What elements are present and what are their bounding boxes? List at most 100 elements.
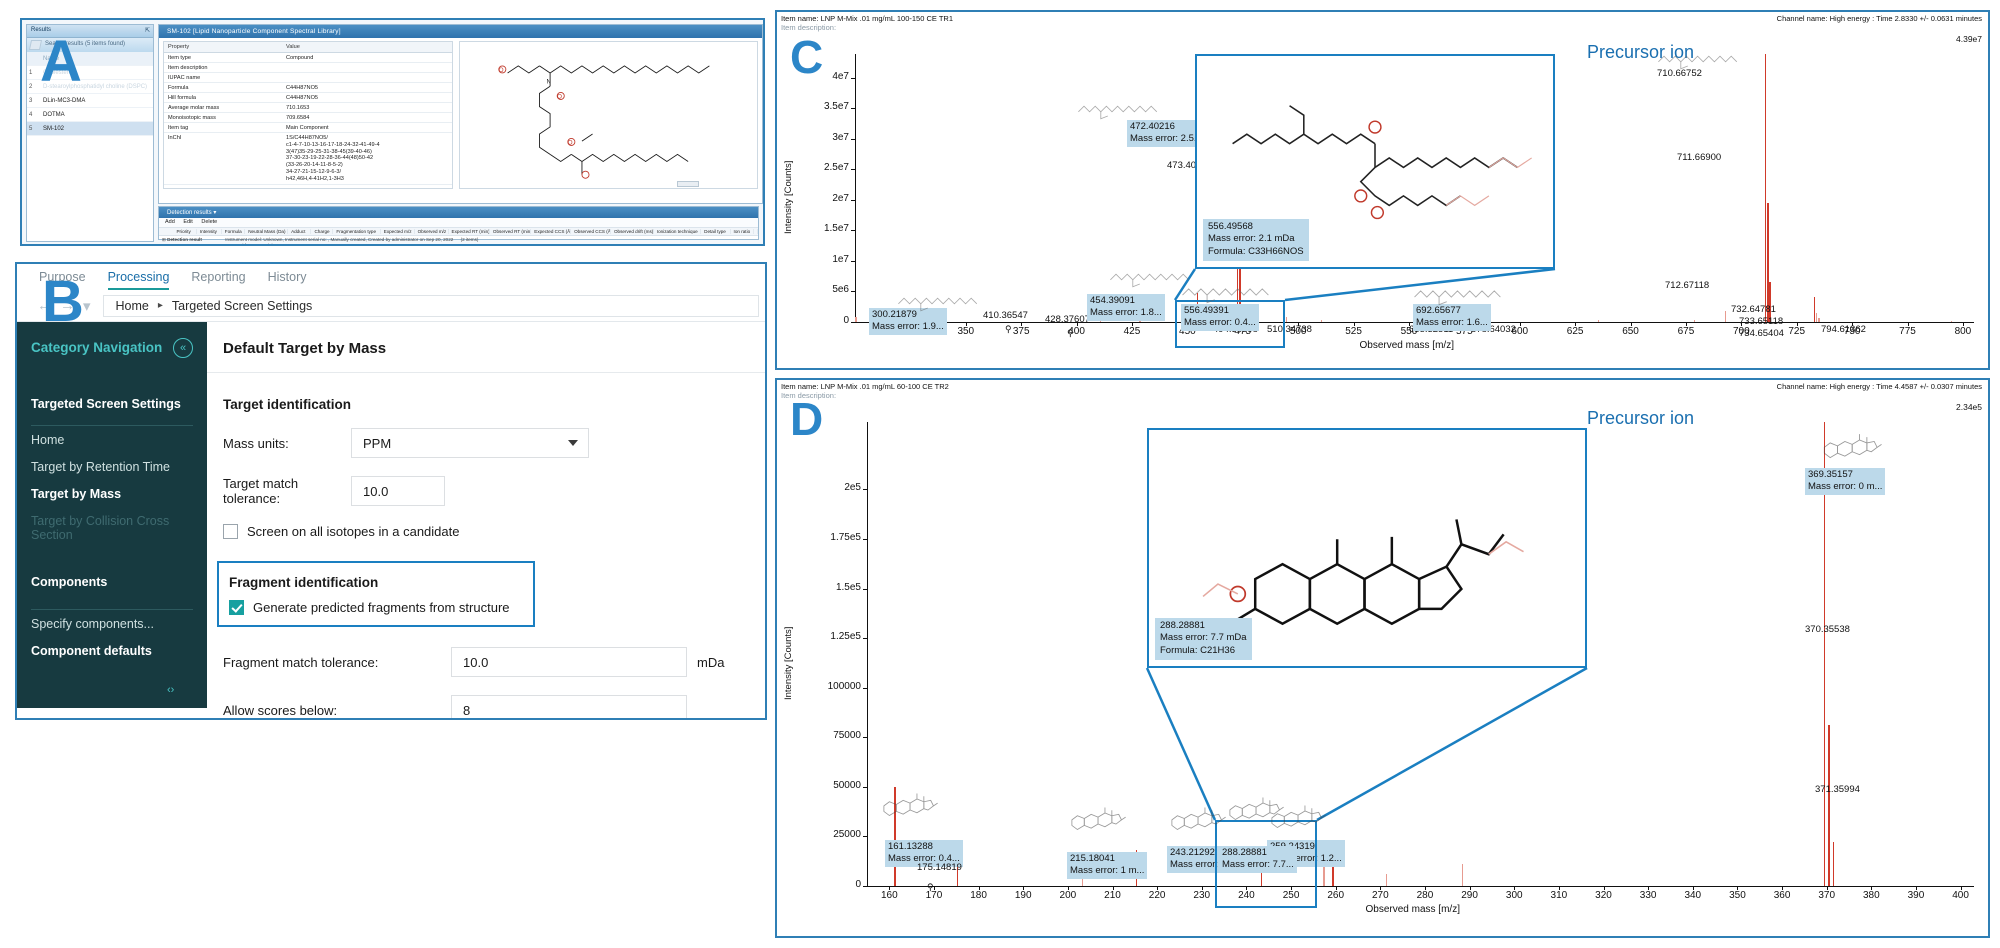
- list-item[interactable]: 4 DOTMA: [27, 108, 153, 122]
- col-frag-type[interactable]: Fragmentation type: [333, 229, 381, 234]
- y-axis-label: Intensity [Counts]: [783, 160, 794, 234]
- x-tick-mark: [1469, 886, 1471, 890]
- table-row: IUPAC name: [164, 73, 452, 83]
- spectrum-peak: [855, 316, 857, 322]
- y-tick-label: 1.5e5: [835, 581, 861, 593]
- y-tick-label: 75000: [833, 730, 861, 742]
- col-observed-drift[interactable]: Observed drift (ms): [611, 229, 654, 234]
- checkbox-checked-icon[interactable]: [229, 600, 244, 615]
- x-tick-mark: [1907, 322, 1909, 326]
- x-tick-label: 675: [1677, 326, 1695, 337]
- list-item-selected[interactable]: 5 SM-102: [27, 122, 153, 136]
- property-table-header: Property Value: [164, 42, 452, 53]
- tab-processing[interactable]: Processing: [107, 270, 170, 290]
- add-button[interactable]: Add: [165, 219, 175, 225]
- tab-bar[interactable]: Purpose Processing Reporting History: [17, 264, 765, 290]
- delete-button[interactable]: Delete: [201, 219, 217, 225]
- allow-scores-value: 8: [463, 702, 471, 718]
- spectrum-peak: [1813, 296, 1816, 322]
- structure-callout-inset[interactable]: 556.49568 Mass error: 2.1 mDa Formula: C33…: [1195, 54, 1555, 269]
- peak-annotation: 734.65404: [1739, 328, 1784, 339]
- x-tick-label: 220: [1148, 890, 1166, 901]
- checkbox-icon[interactable]: [223, 524, 238, 539]
- col-formula[interactable]: Formula: [222, 229, 246, 234]
- col-observed-mz[interactable]: Observed m/z: [415, 229, 449, 234]
- generate-fragments-checkbox[interactable]: Generate predicted fragments from struct…: [229, 600, 533, 615]
- compound-detail-window: SM-102 [Lipid Nanoparticle Component Spe…: [158, 24, 763, 204]
- callout-info-box: 288.28881 Mass error: 7.7 mDa Formula: C21…: [1155, 617, 1252, 660]
- col-ion-ratio[interactable]: Ion ratio: [731, 229, 754, 234]
- spectrum-c-plot[interactable]: 05e61e71.5e72e72.5e73e73.5e74e7325350375…: [777, 32, 1988, 368]
- x-tick-mark: [1737, 886, 1739, 890]
- col-observed-rt[interactable]: Observed RT (min): [490, 229, 532, 234]
- peak-annotation: 711.66900: [1677, 152, 1722, 163]
- peak-annotation: 370.35538: [1805, 624, 1850, 635]
- detection-results-title[interactable]: Detection results ▾: [159, 207, 758, 218]
- tab-reporting[interactable]: Reporting: [191, 270, 245, 290]
- col-neutral-mass[interactable]: Neutral Mass (Da): [245, 229, 289, 234]
- breadcrumb-home[interactable]: Home: [116, 299, 149, 313]
- col-expected-ccs[interactable]: Expected CCS (Å²): [531, 229, 572, 234]
- mass-units-select[interactable]: PPM: [351, 428, 589, 458]
- x-tick-mark: [1962, 322, 1964, 326]
- y-axis-label: Intensity [Counts]: [783, 626, 794, 700]
- source-peak-selection-box[interactable]: [1215, 820, 1317, 908]
- chevron-down-icon[interactable]: ▾: [83, 297, 91, 315]
- breadcrumb[interactable]: Home ▸ Targeted Screen Settings: [102, 294, 759, 317]
- spectrum-d-plot[interactable]: 0 25000 50000 75000 100000 1.25e5 1.5e5 1.75e5 2…: [777, 400, 1988, 936]
- sidebar-group-title: Targeted Screen Settings: [31, 397, 181, 411]
- x-tick-label: 280: [1416, 890, 1434, 901]
- peak-annotation: 215.18041 Mass error: 1 m...: [1067, 852, 1148, 879]
- col-ion-ratio-t[interactable]: Ion ratio t: [754, 229, 758, 234]
- spectrum-peak: [1725, 311, 1727, 322]
- table-row: Hill formula C44H87NO5: [164, 93, 452, 103]
- edit-button[interactable]: Edit: [183, 219, 192, 225]
- y-axis: [855, 54, 856, 322]
- structure-callout-inset[interactable]: 288.28881 Mass error: 7.7 mDa Formula: C21…: [1147, 428, 1587, 668]
- sidebar-item-home[interactable]: Home: [31, 426, 207, 453]
- x-tick-mark: [965, 322, 967, 326]
- section-fragment-identification: Fragment identification: [229, 575, 379, 590]
- sidebar-item-components[interactable]: Components: [31, 568, 207, 595]
- spectrum-d-channel: Channel name: High energy : Time 4.4587 …: [1776, 382, 1982, 391]
- target-tolerance-label: Target match tolerance:: [223, 476, 299, 506]
- col-observed-ccs[interactable]: Observed CCS (Å²): [571, 229, 611, 234]
- detection-item-count: (2 items): [460, 237, 479, 242]
- y-tick-mark: [851, 322, 855, 323]
- x-axis-label: Observed mass [m/z]: [1365, 904, 1460, 915]
- col-adduct[interactable]: Adduct: [288, 229, 312, 234]
- pin-icon[interactable]: ⇱: [145, 27, 150, 34]
- radical-marker-icon: ⚲: [927, 882, 934, 892]
- chevron-double-left-icon[interactable]: «: [173, 338, 193, 358]
- y-tick-label: 1.25e5: [830, 631, 861, 643]
- screen-isotopes-checkbox[interactable]: Screen on all isotopes in a candidate: [223, 524, 765, 539]
- breadcrumb-current: Targeted Screen Settings: [171, 298, 313, 313]
- target-tolerance-input[interactable]: 10.0: [351, 476, 445, 506]
- zoom-handle[interactable]: [677, 181, 699, 187]
- col-detail-type[interactable]: Detail type: [701, 229, 731, 234]
- sidebar-item-target-by-mass[interactable]: Target by Mass: [31, 480, 207, 507]
- source-peak-selection-box[interactable]: [1175, 300, 1285, 348]
- detection-group-row[interactable]: ⊞ Detection result Instrument model: Unk…: [159, 236, 758, 244]
- structure-viewer[interactable]: O O O N: [459, 41, 758, 189]
- col-intensity[interactable]: Intensity: [197, 229, 222, 234]
- allow-scores-input[interactable]: 8: [451, 695, 687, 718]
- resize-handle-icon[interactable]: ‹›: [167, 684, 174, 696]
- peak-annotation: 712.67118: [1665, 280, 1710, 291]
- tab-history[interactable]: History: [268, 270, 307, 290]
- mass-units-row: Mass units: PPM: [223, 428, 765, 458]
- x-tick-mark: [1960, 886, 1962, 890]
- sidebar-item-component-defaults[interactable]: Component defaults: [31, 637, 207, 664]
- col-expected-rt[interactable]: Expected RT (min): [449, 229, 490, 234]
- page-title: Default Target by Mass: [207, 322, 765, 373]
- list-item[interactable]: 3 DLin-MC3-DMA: [27, 94, 153, 108]
- col-ionization[interactable]: Ionization technique: [654, 229, 702, 234]
- col-expected-mz[interactable]: Expected m/z: [381, 229, 415, 234]
- sidebar-item-target-by-retention-time[interactable]: Target by Retention Time: [31, 453, 207, 480]
- col-priority[interactable]: Priority: [173, 229, 197, 234]
- sidebar-item-specify-components[interactable]: Specify components...: [31, 610, 207, 637]
- x-tick-mark: [933, 886, 935, 890]
- fragment-tolerance-input[interactable]: 10.0: [451, 647, 687, 677]
- detection-toolbar[interactable]: Add Edit Delete: [159, 218, 758, 227]
- col-charge[interactable]: Charge: [311, 229, 334, 234]
